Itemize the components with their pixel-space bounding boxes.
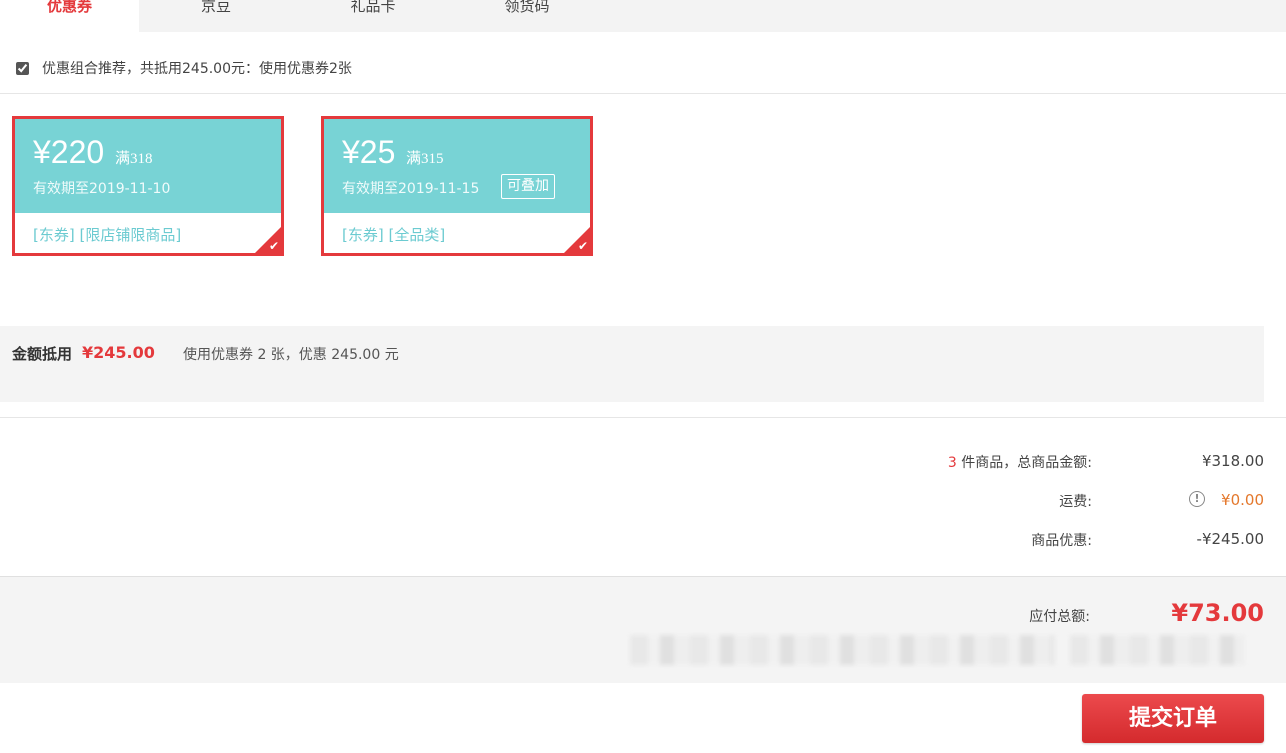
tab-jingdou-label: 京豆 [200,0,231,15]
shipping-value: ¥0.00 [1221,491,1264,509]
coupon-condition: 满318 [115,151,153,167]
deduction-label: 金额抵用 [12,345,73,363]
total-bar: 应付总额: ¥73.00 [0,576,1286,683]
coupon-header: ¥220 满318 有效期至2019-11-10 [15,119,281,213]
info-icon[interactable]: ! [1189,491,1205,507]
discount-value: -¥245.00 [1196,530,1264,548]
goods-total-label: 3 件商品，总商品金额: [948,452,1092,472]
coupon-validity: 有效期至2019-11-15 [342,181,480,197]
shipping-label: 运费: [1059,494,1092,510]
goods-total-text: 件商品，总商品金额: [961,455,1092,471]
deduction-value: ¥245.00 [82,343,155,362]
coupon-tags: [东券] [全品类] [342,226,446,244]
tab-pickup-code-label: 领货码 [504,0,550,15]
combo-text: 优惠组合推荐，共抵用245.00元：使用优惠券2张 [42,61,352,77]
discount-label: 商品优惠: [1031,533,1092,549]
blurred-receiver [1070,635,1245,665]
deduction-bar: 金额抵用 ¥245.00 使用优惠券 2 张，优惠 245.00 元 [0,326,1264,402]
deduction-desc: 使用优惠券 2 张，优惠 245.00 元 [183,347,399,363]
coupon-validity: 有效期至2019-11-10 [33,181,171,197]
stackable-badge: 可叠加 [501,174,555,199]
tab-coupons[interactable]: 优惠券 [0,0,139,32]
coupon-header: ¥25 满315 有效期至2019-11-15 可叠加 [324,119,590,213]
combo-checkbox[interactable] [16,61,29,75]
tab-gift-card-label: 礼品卡 [350,0,396,15]
combo-recommendation: 优惠组合推荐，共抵用245.00元：使用优惠券2张 [16,57,352,79]
coupon-amount: ¥25 [342,134,396,170]
goods-count: 3 [947,455,957,471]
tab-pickup-code[interactable]: 领货码 [472,0,582,32]
tab-jingdou[interactable]: 京豆 [161,0,271,32]
tab-bar: 优惠券 京豆 礼品卡 领货码 [0,0,1286,32]
check-icon: ✔ [577,239,588,253]
check-icon: ✔ [268,239,279,253]
coupon-card-25[interactable]: ¥25 满315 有效期至2019-11-15 可叠加 [东券] [全品类] ✔ [321,116,593,256]
divider [0,417,1286,418]
tab-coupons-label: 优惠券 [46,0,92,15]
coupon-amount: ¥220 [33,134,105,170]
divider [0,93,1286,94]
blurred-address [630,635,1055,665]
coupon-tags: [东券] [限店铺限商品] [33,226,182,244]
total-value: ¥73.00 [1171,599,1264,627]
submit-order-button[interactable]: 提交订单 [1082,694,1264,743]
coupon-card-220[interactable]: ¥220 满318 有效期至2019-11-10 [东券] [限店铺限商品] ✔ [12,116,284,256]
goods-total-value: ¥318.00 [1201,452,1264,470]
total-label: 应付总额: [1029,609,1090,625]
tab-gift-card[interactable]: 礼品卡 [318,0,428,32]
coupon-condition: 满315 [406,151,444,167]
